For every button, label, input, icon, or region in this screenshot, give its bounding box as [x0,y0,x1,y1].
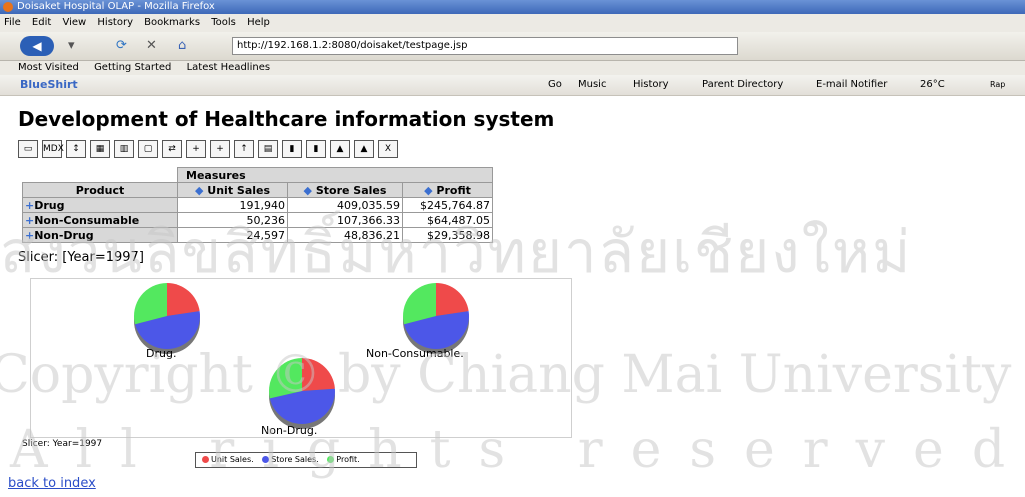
legend-swatch-unit-sales [202,456,209,463]
menu-bar: File Edit View History Bookmarks Tools H… [0,14,1025,32]
hide-empty-icon[interactable]: ▢ [138,140,158,158]
legend-swatch-profit [327,456,335,463]
blueshirt-brand[interactable]: BlueShirt [20,75,78,95]
url-bar[interactable]: http://192.168.1.2:8080/doisaket/testpag… [232,37,738,55]
chart-icon[interactable]: ▮ [282,140,302,158]
swap-axes-icon[interactable]: ⇄ [162,140,182,158]
chart-config-icon[interactable]: ▮ [306,140,326,158]
pie-label-non-drug: Non-Drug. [261,424,318,437]
navigation-toolbar: ◀ ▾ ⟳ ✕ ⌂ http://192.168.1.2:8080/doisak… [0,32,1025,61]
store-sales-header[interactable]: Store Sales [316,184,387,197]
mdx-icon[interactable]: MDX [42,140,64,158]
slicer-label: Slicer: [Year=1997] [18,250,144,265]
print-icon[interactable]: ▲ [330,140,350,158]
firefox-icon [3,2,13,12]
menu-bookmarks[interactable]: Bookmarks [144,17,200,28]
parent-directory-button[interactable]: Parent Directory [702,75,783,95]
pie-chart-area: Drug. Non-Consumable. Non-Drug. [30,278,572,438]
chart-legend: Unit Sales. Store Sales. Profit. [195,452,417,468]
legend-swatch-store-sales [262,456,270,463]
table-row: +Non-Drug 24,597 48,836.21 $29,358.98 [22,227,493,243]
grid-icon[interactable]: ▦ [90,140,110,158]
slicer-small-label: Slicer: Year=1997 [22,439,103,449]
drill-replace-icon[interactable]: ↑ [234,140,254,158]
expand-icon[interactable]: + [25,199,34,212]
sort-icon[interactable]: ◆ [195,184,203,197]
table-row: +Drug 191,940 409,035.59 $245,764.87 [22,197,493,213]
olap-table: Measures Product ◆ Unit Sales ◆ Store Sa… [22,167,493,243]
bookmark-latest-headlines[interactable]: Latest Headlines [187,62,271,73]
history-button[interactable]: History [633,75,669,95]
cube-navigator-icon[interactable]: ▭ [18,140,38,158]
drill-member-icon[interactable]: + [186,140,206,158]
weather-temp: 26°C [920,79,945,90]
pie-slice-unit-sales [302,358,335,391]
menu-help[interactable]: Help [247,17,270,28]
menu-file[interactable]: File [4,17,21,28]
olap-toolbar: ▭ MDX ↕ ▦ ▥ ▢ ⇄ + + ↑ ▤ ▮ ▮ ▲ ▲ X [18,140,398,158]
profit-header[interactable]: Profit [436,184,470,197]
pdf-icon[interactable]: ▲ [354,140,374,158]
pie-label-non-consumable: Non-Consumable. [366,347,464,360]
sort-icon[interactable]: ↕ [66,140,86,158]
home-icon[interactable]: ⌂ [178,38,186,53]
back-button[interactable]: ◀ [20,36,54,56]
product-header: Product [22,182,178,198]
excel-icon[interactable]: X [378,140,398,158]
menu-edit[interactable]: Edit [32,17,51,28]
expand-icon[interactable]: + [25,214,34,227]
pie-label-drug: Drug. [146,347,177,360]
menu-tools[interactable]: Tools [211,17,236,28]
bookmark-getting-started[interactable]: Getting Started [94,62,171,73]
legend-unit-sales: Unit Sales. [211,455,254,464]
go-button[interactable]: Go [548,75,562,95]
measures-header: Measures [177,167,493,183]
drill-position-icon[interactable]: + [210,140,230,158]
expand-icon[interactable]: + [25,229,34,242]
legend-profit: Profit. [336,455,360,464]
menu-view[interactable]: View [62,17,86,28]
parent-icon[interactable]: ▥ [114,140,134,158]
reload-icon[interactable]: ⟳ [116,38,127,53]
unit-sales-header[interactable]: Unit Sales [207,184,270,197]
bookmark-most-visited[interactable]: Most Visited [18,62,79,73]
menu-history[interactable]: History [97,17,133,28]
dropdown-arrow-icon[interactable]: ▾ [68,38,75,53]
sort-icon[interactable]: ◆ [424,184,432,197]
pie-slice-unit-sales [436,283,469,316]
table-row: +Non-Consumable 50,236 107,366.33 $64,48… [22,212,493,228]
stop-icon[interactable]: ✕ [146,38,157,53]
window-titlebar: Doisaket Hospital OLAP - Mozilla Firefox [0,0,1025,14]
pie-charts-svg [134,283,469,429]
drill-through-icon[interactable]: ▤ [258,140,278,158]
back-to-index-link[interactable]: back to index [8,476,96,491]
blueshirt-toolbar: BlueShirt Go Music History Parent Direct… [0,75,1025,96]
pie-slice-unit-sales [167,283,200,316]
sort-icon[interactable]: ◆ [304,184,312,197]
window-title: Doisaket Hospital OLAP - Mozilla Firefox [17,1,215,12]
email-notifier-button[interactable]: E-mail Notifier [816,75,887,95]
page-title: Development of Healthcare information sy… [18,107,555,131]
bookmarks-bar: Most Visited Getting Started Latest Head… [0,61,1025,75]
legend-store-sales: Store Sales. [271,455,319,464]
music-button[interactable]: Music [578,75,606,95]
rap-button[interactable]: Rap [990,75,1005,95]
